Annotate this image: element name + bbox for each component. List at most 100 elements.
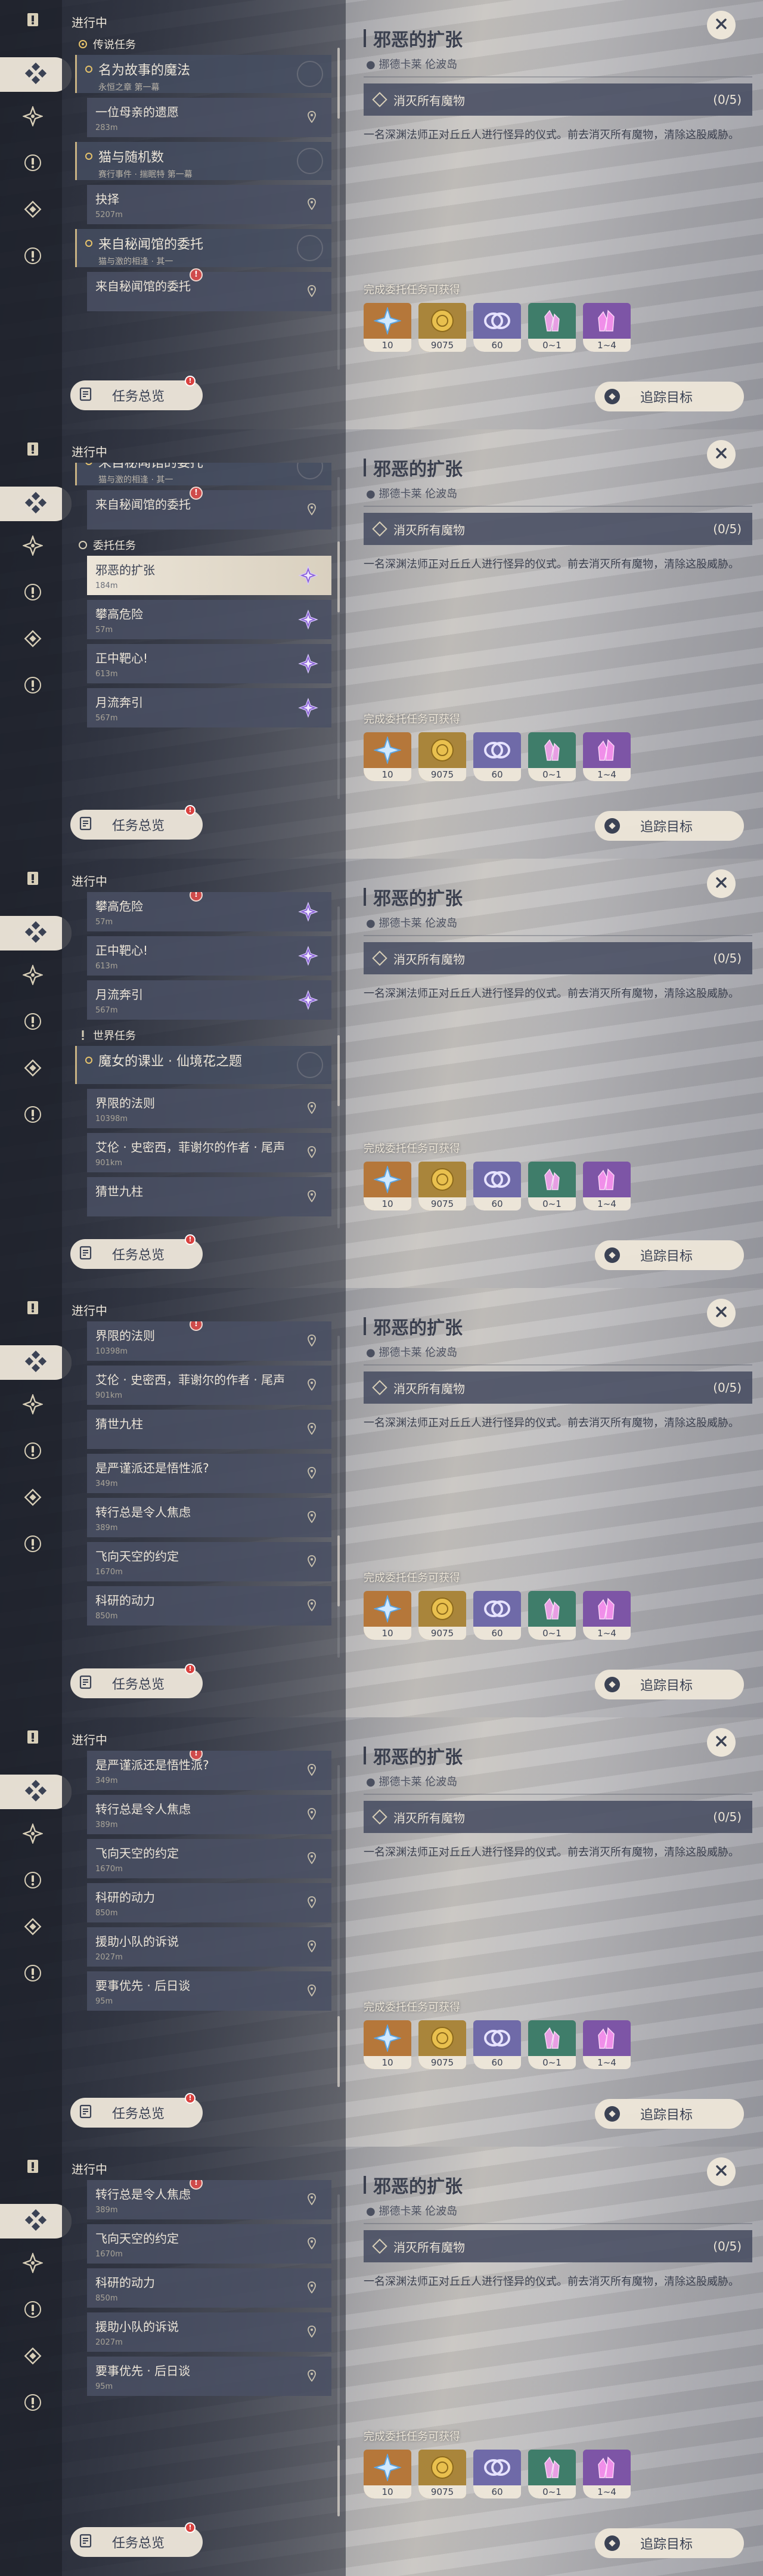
quest-item[interactable]: 来自秘闻馆的委托 <box>87 490 331 530</box>
exclamation-icon[interactable] <box>19 1008 46 1035</box>
reward-item[interactable]: 1~4 <box>583 303 631 352</box>
quest-book-icon[interactable] <box>19 1294 46 1321</box>
close-button[interactable] <box>707 2157 736 2186</box>
quest-item[interactable]: 是严谨派还是悟性派? 349m <box>87 1751 331 1790</box>
reward-item[interactable]: 9075 <box>418 1162 466 1210</box>
exclamation-icon[interactable] <box>19 1101 46 1128</box>
reward-item[interactable]: 10 <box>364 1591 411 1640</box>
quest-list[interactable]: 是严谨派还是悟性派? 349m! 转行总是令人焦虑 389m 飞向天空的约定 1670m 科… <box>70 1751 334 2085</box>
quest-item[interactable]: 抉择 5207m <box>87 185 331 224</box>
exclamation-icon[interactable] <box>19 2296 46 2323</box>
reward-item[interactable]: 0~1 <box>528 2020 576 2069</box>
track-target-button[interactable]: 追踪目标 <box>595 2099 744 2129</box>
quest-item[interactable]: 界限的法则 10398m <box>87 1321 331 1361</box>
exclamation-icon[interactable] <box>19 1959 46 1987</box>
nav-tab-all-quests[interactable] <box>0 487 72 521</box>
list-scrollbar[interactable] <box>337 1765 340 2087</box>
diamond-icon[interactable] <box>19 1913 46 1940</box>
quest-item[interactable]: 是严谨派还是悟性派? 349m <box>87 1454 331 1493</box>
exclamation-icon[interactable] <box>19 2389 46 2416</box>
quest-item[interactable]: 飞向天空的约定 1670m <box>87 1839 331 1878</box>
list-scrollbar[interactable] <box>337 906 340 1228</box>
exclamation-icon[interactable] <box>19 671 46 699</box>
exclamation-icon[interactable] <box>19 578 46 606</box>
quest-list[interactable]: 攀高危险 57m! 正中靶心! 613m 月流奔引 567m 世界任务 魔女的课业 · 仙境花… <box>70 892 334 1226</box>
compass-icon[interactable] <box>19 103 46 130</box>
reward-item[interactable]: 10 <box>364 732 411 781</box>
reward-item[interactable]: 10 <box>364 1162 411 1210</box>
compass-icon[interactable] <box>19 1391 46 1418</box>
quest-list[interactable]: 来自秘闻馆的委托 猫与激的相逢 · 其一 来自秘闻馆的委托! 委托任务 邪恶的扩张 184… <box>70 463 334 797</box>
scrollbar-thumb[interactable] <box>337 48 340 119</box>
track-target-button[interactable]: 追踪目标 <box>595 382 744 411</box>
reward-item[interactable]: 10 <box>364 2020 411 2069</box>
reward-item[interactable]: 60 <box>473 1162 521 1210</box>
exclamation-icon[interactable] <box>19 242 46 270</box>
reward-item[interactable]: 1~4 <box>583 2020 631 2069</box>
quest-overview-button[interactable]: 任务总览! <box>70 805 203 840</box>
quest-item[interactable]: 攀高危险 57m <box>87 600 331 639</box>
reward-item[interactable]: 60 <box>473 732 521 781</box>
nav-tab-all-quests[interactable] <box>0 1345 72 1380</box>
quest-group[interactable]: 名为故事的魔法 永恒之章 第一幕 <box>75 55 331 93</box>
quest-item[interactable]: 来自秘闻馆的委托 <box>87 272 331 311</box>
reward-item[interactable]: 0~1 <box>528 303 576 352</box>
diamond-icon[interactable] <box>19 196 46 223</box>
reward-item[interactable]: 9075 <box>418 732 466 781</box>
quest-item[interactable]: 飞向天空的约定 1670m <box>87 1542 331 1581</box>
reward-item[interactable]: 1~4 <box>583 2450 631 2498</box>
nav-tab-all-quests[interactable] <box>0 57 72 92</box>
quest-item[interactable]: 攀高危险 57m <box>87 892 331 931</box>
reward-item[interactable]: 60 <box>473 303 521 352</box>
quest-item[interactable]: 一位母亲的遗愿 283m <box>87 98 331 137</box>
quest-group[interactable]: 来自秘闻馆的委托 猫与激的相逢 · 其一 <box>75 463 331 485</box>
quest-overview-button[interactable]: 任务总览! <box>70 2522 203 2557</box>
quest-group[interactable]: 来自秘闻馆的委托 猫与激的相逢 · 其一 <box>75 229 331 267</box>
quest-item[interactable]: 邪恶的扩张 184m <box>87 556 331 595</box>
quest-item[interactable]: 科研的动力 850m <box>87 2268 331 2308</box>
quest-overview-button[interactable]: 任务总览! <box>70 1234 203 1269</box>
reward-item[interactable]: 10 <box>364 303 411 352</box>
quest-item[interactable]: 援助小队的诉说 2027m <box>87 2312 331 2352</box>
quest-group[interactable]: 猫与随机数 赛行事件 · 揣眠特 第一幕 <box>75 142 331 180</box>
quest-item[interactable]: 月流奔引 567m <box>87 980 331 1020</box>
quest-item[interactable]: 正中靶心! 613m <box>87 936 331 976</box>
reward-item[interactable]: 0~1 <box>528 1591 576 1640</box>
quest-list[interactable]: 界限的法则 10398m! 艾伦 · 史密西，菲谢尔的作者 · 尾声 901km 猜世九… <box>70 1321 334 1655</box>
exclamation-icon[interactable] <box>19 1866 46 1894</box>
quest-item[interactable]: 科研的动力 850m <box>87 1883 331 1922</box>
compass-icon[interactable] <box>19 532 46 559</box>
scrollbar-thumb[interactable] <box>337 1535 340 1606</box>
quest-item[interactable]: 艾伦 · 史密西，菲谢尔的作者 · 尾声 901km <box>87 1133 331 1172</box>
quest-book-icon[interactable] <box>19 1723 46 1751</box>
diamond-icon[interactable] <box>19 1054 46 1082</box>
quest-item[interactable]: 猜世九柱 <box>87 1177 331 1216</box>
quest-item[interactable]: 要事优先 · 后日谈 95m <box>87 1971 331 2011</box>
reward-item[interactable]: 60 <box>473 2020 521 2069</box>
reward-item[interactable]: 10 <box>364 2450 411 2498</box>
list-scrollbar[interactable] <box>337 2194 340 2516</box>
close-button[interactable] <box>707 869 736 898</box>
quest-item[interactable]: 转行总是令人焦虑 389m <box>87 1498 331 1537</box>
list-scrollbar[interactable] <box>337 1336 340 1658</box>
list-scrollbar[interactable] <box>337 477 340 799</box>
exclamation-icon[interactable] <box>19 149 46 177</box>
quest-item[interactable]: 科研的动力 850m <box>87 1586 331 1626</box>
quest-item[interactable]: 飞向天空的约定 1670m <box>87 2224 331 2264</box>
nav-tab-all-quests[interactable] <box>0 2204 72 2238</box>
exclamation-icon[interactable] <box>19 1437 46 1465</box>
quest-group[interactable]: 魔女的课业 · 仙境花之题 <box>75 1046 331 1084</box>
reward-item[interactable]: 60 <box>473 2450 521 2498</box>
reward-item[interactable]: 0~1 <box>528 1162 576 1210</box>
close-button[interactable] <box>707 11 736 39</box>
quest-item[interactable]: 界限的法则 10398m <box>87 1089 331 1128</box>
quest-item[interactable]: 转行总是令人焦虑 389m <box>87 2180 331 2219</box>
reward-item[interactable]: 0~1 <box>528 732 576 781</box>
reward-item[interactable]: 9075 <box>418 2450 466 2498</box>
scrollbar-thumb[interactable] <box>337 541 340 612</box>
scrollbar-thumb[interactable] <box>337 2016 340 2087</box>
reward-item[interactable]: 9075 <box>418 2020 466 2069</box>
reward-item[interactable]: 1~4 <box>583 1162 631 1210</box>
close-button[interactable] <box>707 1728 736 1757</box>
quest-book-icon[interactable] <box>19 865 46 892</box>
